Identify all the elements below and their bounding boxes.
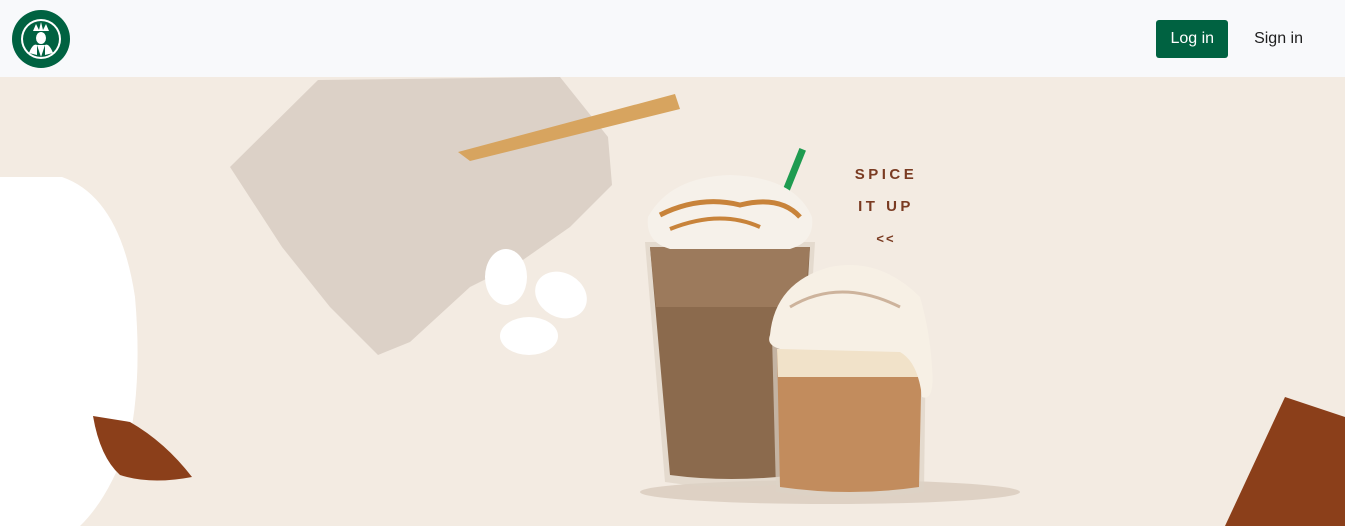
pebble: [485, 249, 527, 305]
latte-glass: [769, 265, 933, 498]
promo-line-1: SPICE: [854, 166, 918, 183]
rust-shape: [1225, 397, 1345, 526]
white-blob: [0, 177, 138, 526]
hero-banner[interactable]: SPICE IT UP <<: [0, 77, 1345, 526]
promo-line-2: IT UP: [858, 198, 914, 215]
hero-artwork: [0, 77, 1345, 526]
top-navbar: Log in Sign in: [0, 0, 1345, 77]
promo-arrow-icon: <<: [876, 231, 896, 246]
signin-button[interactable]: Sign in: [1242, 20, 1315, 58]
pebble: [500, 317, 558, 355]
nav-actions: Log in Sign in: [1156, 19, 1315, 58]
login-button[interactable]: Log in: [1156, 19, 1229, 58]
starbucks-logo-icon[interactable]: [11, 9, 71, 69]
promo-text: SPICE IT UP <<: [838, 159, 934, 255]
